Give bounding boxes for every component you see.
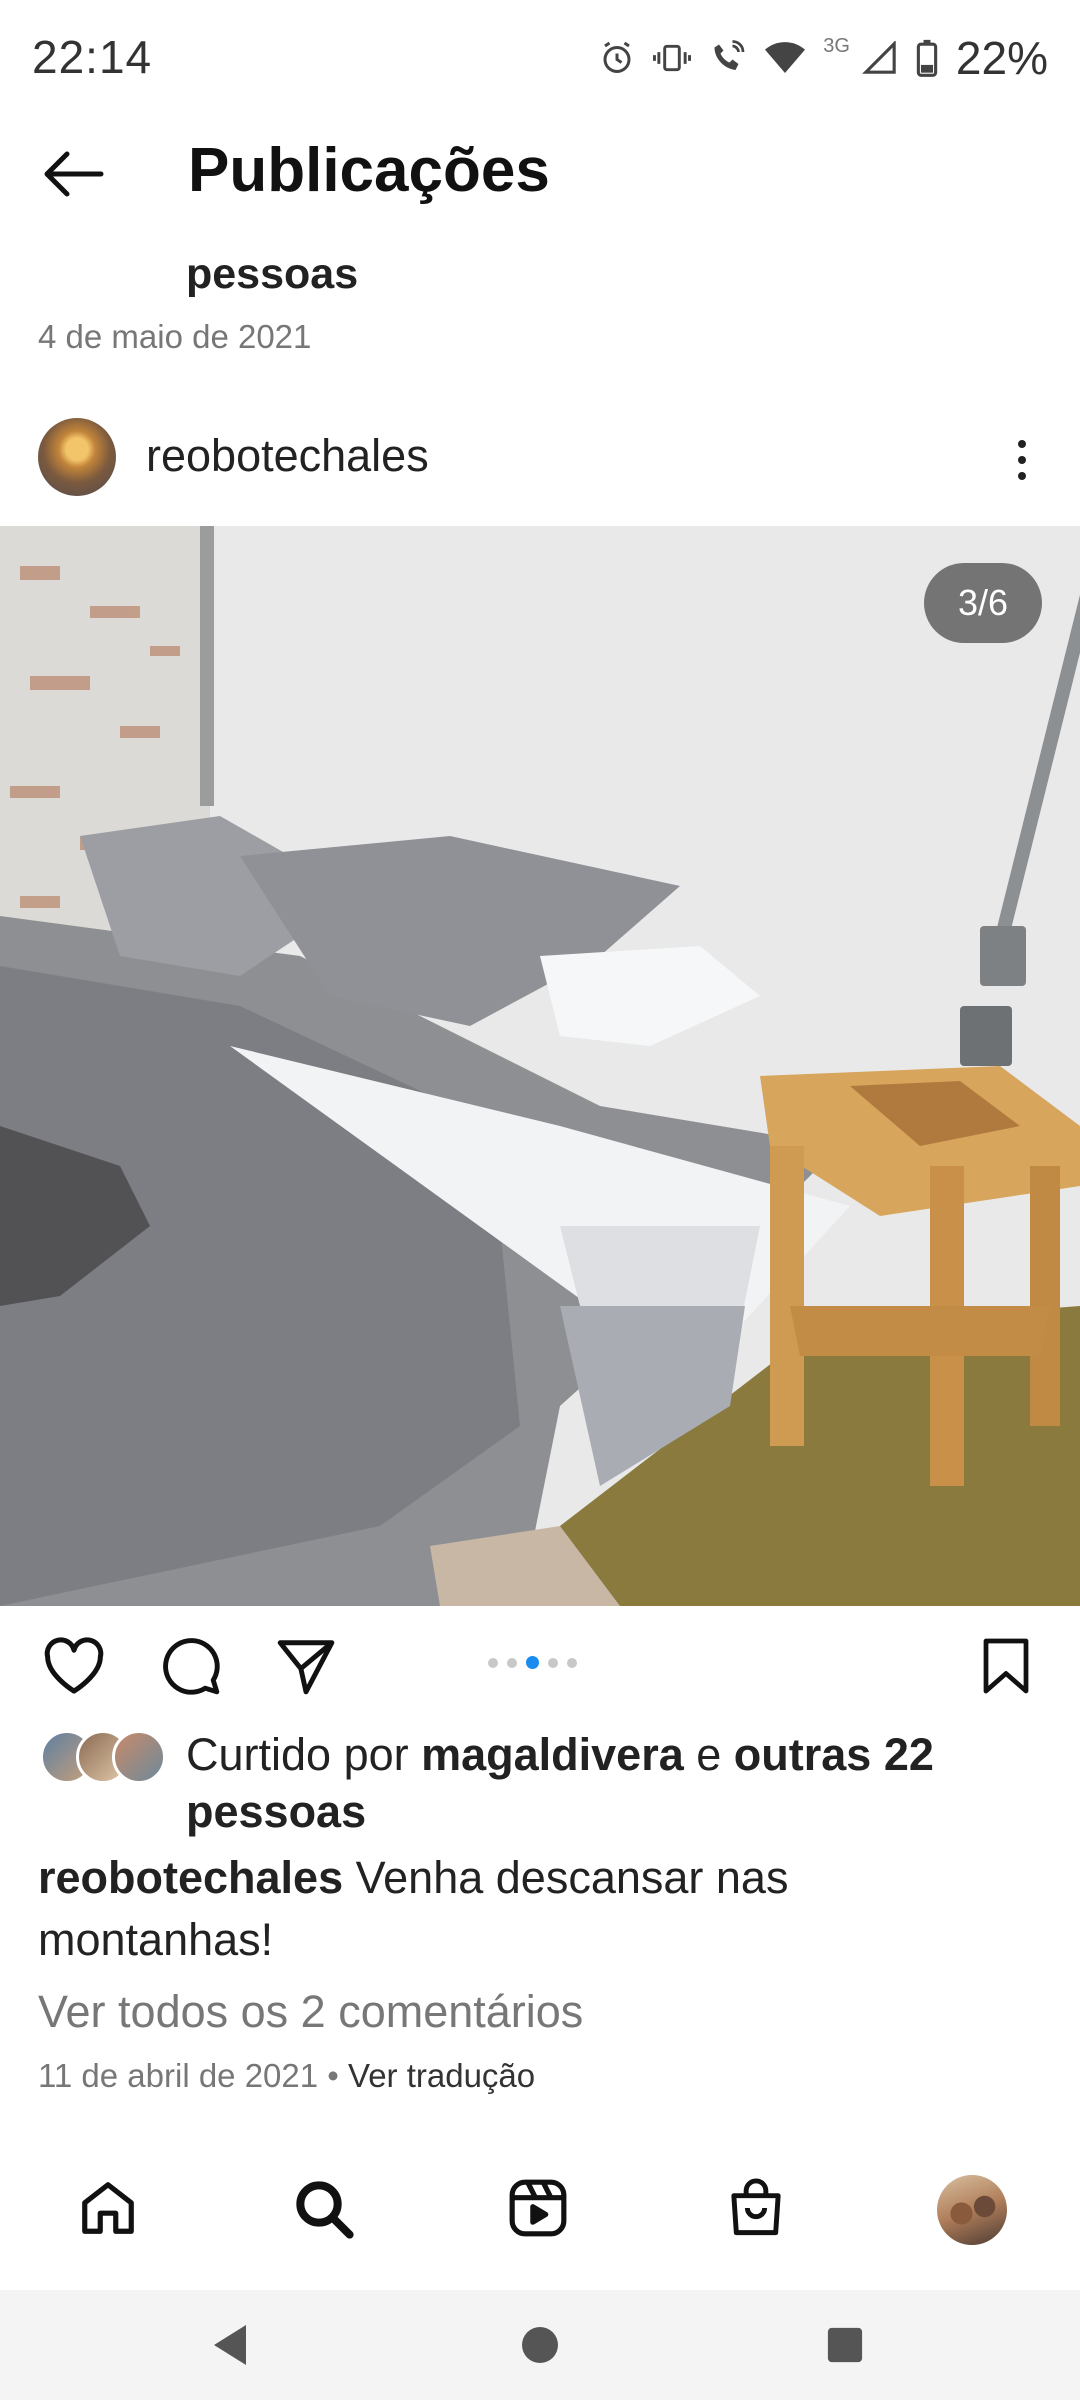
comment-icon	[160, 1635, 222, 1702]
vibrate-icon	[653, 40, 692, 76]
system-recents-button[interactable]	[810, 2312, 880, 2382]
triangle-back-icon	[210, 2323, 250, 2372]
view-all-comments-link[interactable]: Ver todos os 2 comentários	[38, 1986, 583, 2038]
carousel-indicator	[488, 1656, 577, 1669]
status-time: 22:14	[32, 31, 153, 83]
likes-connector: e	[683, 1729, 734, 1780]
home-icon	[76, 2177, 140, 2244]
liked-by-avatars[interactable]	[40, 1730, 170, 1784]
send-icon	[275, 1637, 337, 1700]
like-button[interactable]	[38, 1632, 110, 1704]
wifi-icon	[765, 41, 806, 75]
more-options-button[interactable]	[1000, 430, 1044, 490]
likes-prefix: Curtido por	[186, 1729, 422, 1780]
status-icons: 3G 22%	[599, 30, 1048, 86]
carousel-dot	[507, 1657, 517, 1668]
network-type: 3G	[823, 34, 850, 57]
carousel-dot	[567, 1657, 577, 1668]
status-bar: 22:14 3G 22%	[0, 0, 1080, 110]
system-home-button[interactable]	[505, 2312, 575, 2382]
caption-text: Venha descansar nas	[343, 1852, 789, 1903]
circle-home-icon	[520, 2325, 560, 2370]
square-recents-icon	[826, 2326, 864, 2369]
date-separator: •	[318, 2057, 349, 2094]
post-author-avatar[interactable]	[38, 418, 116, 496]
previous-post-likes-tail: pessoas	[186, 250, 359, 298]
post-caption: reobotechales Venha descansar nas	[38, 1852, 788, 1904]
likes-summary[interactable]: Curtido por magaldivera e outras 22	[186, 1729, 934, 1781]
post-caption-continued: montanhas!	[38, 1914, 274, 1965]
arrow-left-icon	[41, 149, 105, 204]
search-icon	[291, 2176, 355, 2245]
save-button[interactable]	[970, 1632, 1042, 1704]
likes-others[interactable]: outras 22	[734, 1729, 934, 1780]
post-author-username[interactable]: reobotechales	[146, 430, 429, 482]
system-navigation-bar	[0, 2290, 1080, 2400]
more-vertical-icon-dot	[1018, 472, 1026, 480]
profile-avatar	[937, 2175, 1007, 2245]
previous-post-date: 4 de maio de 2021	[38, 318, 312, 355]
nav-home[interactable]	[70, 2172, 146, 2248]
share-button[interactable]	[270, 1632, 342, 1704]
reels-icon	[507, 2177, 569, 2244]
nav-shop[interactable]	[718, 2172, 794, 2248]
alarm-icon	[599, 40, 635, 76]
post-date: 11 de abril de 2021	[38, 2057, 319, 2094]
carousel-dot-active	[526, 1656, 539, 1669]
wifi-call-icon	[709, 40, 747, 76]
carousel-dot	[548, 1657, 558, 1668]
liker-username[interactable]: magaldivera	[421, 1729, 684, 1780]
caption-username[interactable]: reobotechales	[38, 1852, 343, 1903]
more-vertical-icon-dot	[1018, 456, 1026, 464]
system-back-button[interactable]	[195, 2312, 265, 2382]
see-translation-link[interactable]: Ver tradução	[348, 2057, 535, 2094]
post-image[interactable]	[0, 526, 1080, 1606]
nav-profile[interactable]	[934, 2172, 1010, 2248]
back-button[interactable]	[30, 138, 116, 214]
nav-search[interactable]	[285, 2172, 361, 2248]
page-title: Publicações	[188, 136, 550, 205]
heart-icon	[42, 1636, 106, 1700]
shop-icon	[726, 2176, 786, 2245]
nav-reels[interactable]	[500, 2172, 576, 2248]
liker-avatar	[112, 1730, 166, 1784]
signal-icon	[861, 41, 898, 75]
more-vertical-icon-dot	[1018, 440, 1026, 448]
likes-others-continued[interactable]: pessoas	[186, 1786, 366, 1838]
comment-button[interactable]	[155, 1632, 227, 1704]
bottom-navigation	[0, 2160, 1080, 2260]
bookmark-icon	[980, 1636, 1032, 1701]
battery-percent: 22%	[955, 32, 1048, 84]
post-date-row: 11 de abril de 2021 • Ver tradução	[38, 2057, 535, 2095]
image-counter-badge: 3/6	[924, 563, 1042, 643]
bedroom-photo	[0, 526, 1080, 1606]
carousel-dot	[488, 1657, 498, 1668]
battery-icon	[916, 39, 938, 77]
